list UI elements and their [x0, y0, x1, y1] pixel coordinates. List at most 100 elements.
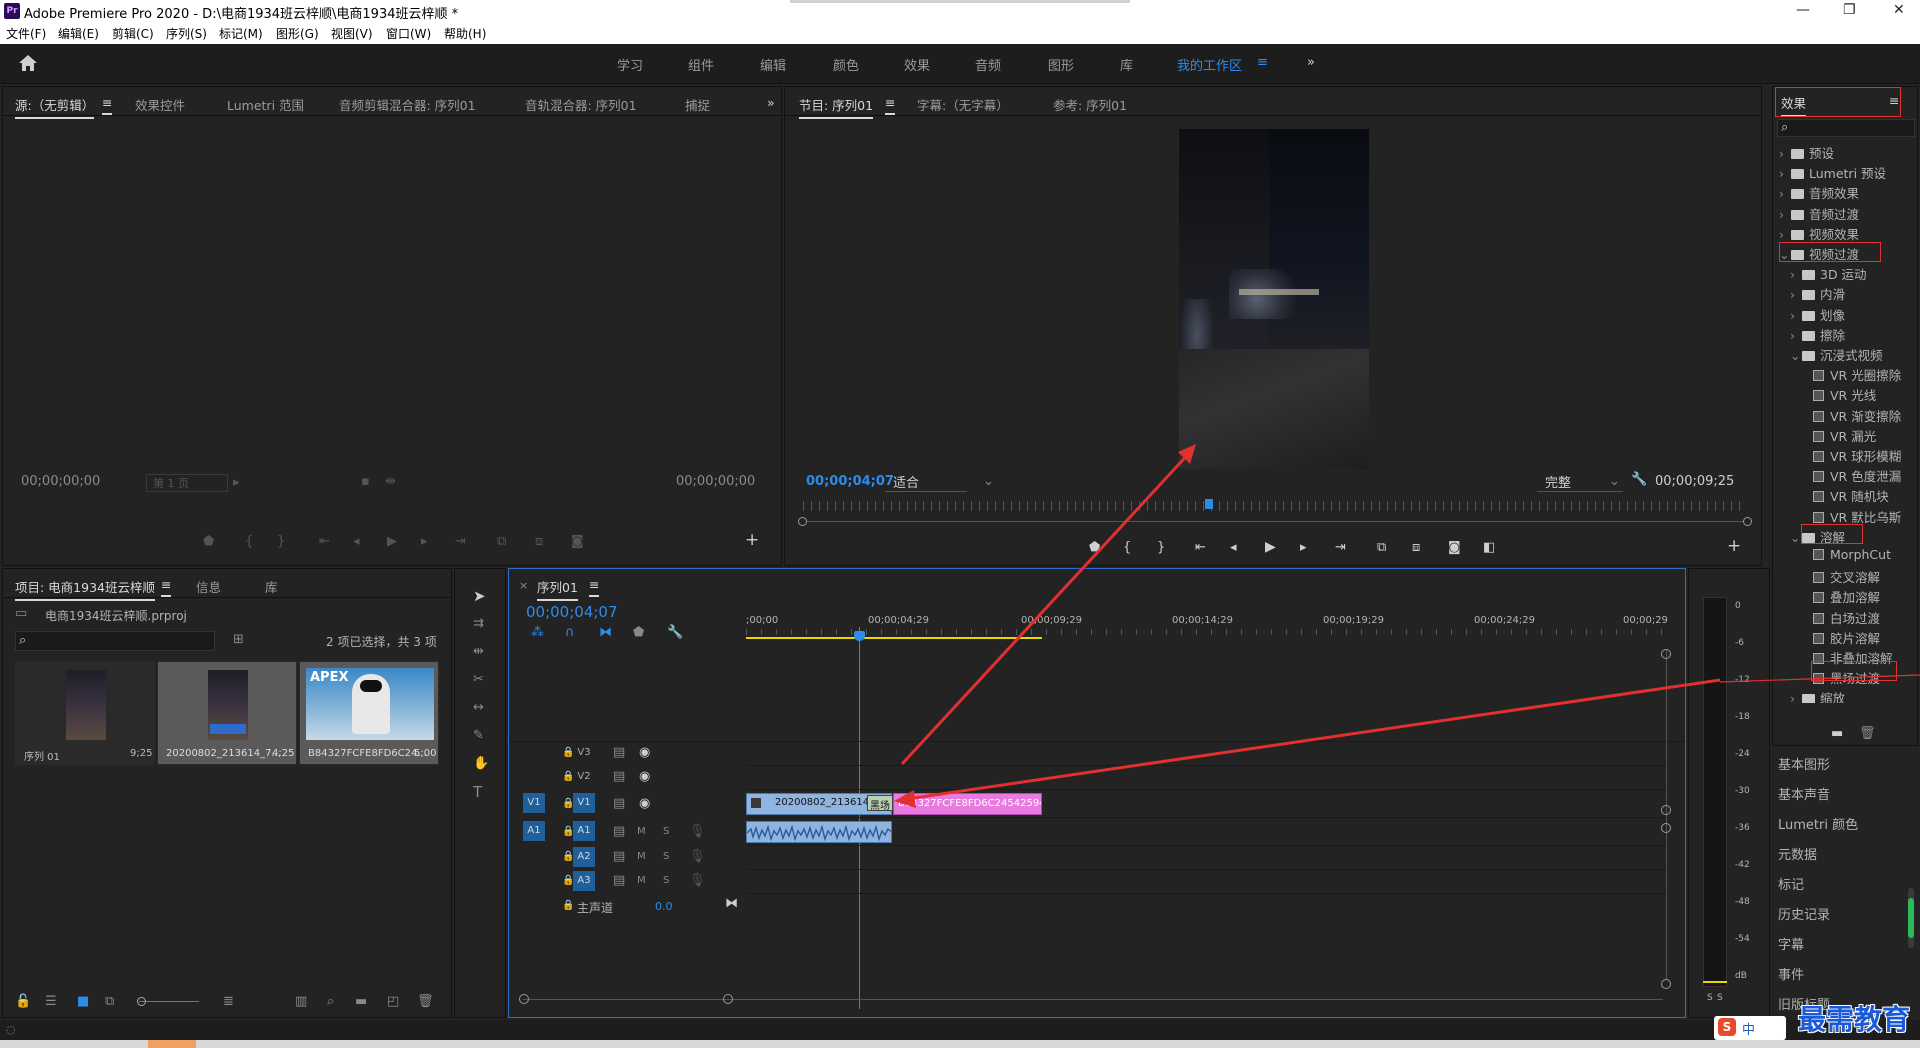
effects-tree-item[interactable]: VR 球形模糊: [1801, 446, 1901, 465]
effects-tree-item[interactable]: › 3D 运动: [1790, 264, 1867, 283]
program-mark-in-icon[interactable]: {: [1123, 541, 1131, 555]
hand-tool-icon[interactable]: ✋: [473, 757, 489, 771]
effects-tree-item[interactable]: › 音频过渡: [1779, 204, 1859, 223]
effects-trash-icon[interactable]: 🗑: [1859, 727, 1876, 741]
effects-tree-item[interactable]: VR 默比乌斯: [1801, 507, 1901, 526]
menu-window[interactable]: 窗口(W): [386, 25, 431, 42]
sync-lock-icon[interactable]: ▤: [613, 874, 625, 888]
sync-lock-icon[interactable]: ▤: [613, 770, 625, 784]
go-to-end-icon[interactable]: ⧓: [725, 897, 738, 911]
project-item-sequence[interactable]: 序列 01 9;25: [15, 661, 155, 765]
vscroll-handle-bottom[interactable]: [1661, 979, 1671, 989]
menu-file[interactable]: 文件(F): [6, 25, 46, 42]
home-icon[interactable]: [18, 54, 38, 72]
mute-button[interactable]: M: [637, 874, 646, 888]
freeform-view-icon[interactable]: ⧉: [105, 995, 114, 1009]
timeline-settings-wrench-icon[interactable]: 🔧: [667, 626, 683, 640]
source-go-in-icon[interactable]: ⇤: [319, 535, 330, 549]
effects-tree-item[interactable]: 叠加溶解: [1801, 587, 1880, 606]
slip-tool-icon[interactable]: ↔: [473, 701, 484, 715]
effects-tree-item[interactable]: 白场过渡: [1801, 608, 1880, 627]
close-sequence-icon[interactable]: ×: [519, 579, 528, 593]
hscroll-handle-left[interactable]: [519, 994, 529, 1004]
sync-lock-icon[interactable]: ▤: [613, 797, 625, 811]
new-bin-icon[interactable]: ▬: [355, 995, 367, 1009]
program-time-ruler[interactable]: [803, 501, 1747, 511]
panel-events[interactable]: 事件: [1778, 964, 1804, 983]
chevron-right-icon[interactable]: ›: [1779, 207, 1791, 222]
source-add-button-icon[interactable]: +: [745, 532, 759, 549]
effects-tree-item[interactable]: › 擦除: [1790, 325, 1845, 344]
program-playhead-timecode[interactable]: 00;00;04;07: [806, 474, 894, 489]
workspace-assembly[interactable]: 组件: [688, 55, 714, 74]
program-step-back-icon[interactable]: ◂: [1230, 541, 1237, 555]
source-fit-icon[interactable]: ▪: [361, 475, 370, 489]
transition-black[interactable]: 黑场: [867, 795, 893, 811]
menu-sequence[interactable]: 序列(S): [166, 25, 207, 42]
workspace-menu-icon[interactable]: ≡: [1257, 55, 1268, 70]
effects-tree-item[interactable]: › 划像: [1790, 305, 1845, 324]
tab-captions[interactable]: 字幕:（无字幕）: [917, 95, 1009, 114]
ime-toolbar[interactable]: S 中: [1714, 1016, 1786, 1040]
tab-project[interactable]: 项目: 电商1934班云梓顺: [15, 577, 155, 601]
meter-solo-left[interactable]: S: [1707, 993, 1713, 1003]
program-tab-menu-icon[interactable]: ≡: [885, 95, 896, 115]
tab-lumetri-scopes[interactable]: Lumetri 范围: [227, 95, 304, 114]
project-tab-menu-icon[interactable]: ≡: [161, 577, 172, 597]
menu-edit[interactable]: 编辑(E): [58, 25, 99, 42]
program-lift-icon[interactable]: ⧉: [1377, 541, 1386, 555]
voiceover-mic-icon[interactable]: 🎙: [689, 825, 706, 839]
tab-effect-controls[interactable]: 效果控件: [135, 95, 185, 114]
new-item-icon[interactable]: ◰: [387, 995, 399, 1009]
workspace-editing[interactable]: 编辑: [760, 55, 786, 74]
source-marker-icon[interactable]: ⬟: [203, 535, 214, 549]
selection-tool-icon[interactable]: ➤: [473, 589, 486, 604]
program-marker-icon[interactable]: ⬟: [1089, 541, 1100, 555]
menu-clip[interactable]: 剪辑(C): [112, 25, 154, 42]
vscroll-handle-top[interactable]: [1661, 649, 1671, 659]
effects-tree-item[interactable]: VR 色度泄漏: [1801, 466, 1901, 485]
tab-reference[interactable]: 参考: 序列01: [1053, 95, 1127, 114]
meter-solo-right[interactable]: S: [1717, 993, 1723, 1003]
track-label-v1[interactable]: V1: [573, 793, 595, 813]
program-compare-icon[interactable]: ◧: [1483, 541, 1495, 555]
source-patch-v1[interactable]: V1: [523, 793, 545, 813]
playhead-handle[interactable]: [854, 631, 865, 641]
effects-tree-item[interactable]: VR 光圈擦除: [1801, 365, 1901, 384]
timeline-ruler[interactable]: ;00;00 00;00;04;29 00;00;09;29 00;00;14;…: [746, 615, 1668, 639]
effects-tree-item[interactable]: VR 光线: [1801, 385, 1876, 404]
track-select-tool-icon[interactable]: ⇉: [473, 617, 484, 631]
panel-captions[interactable]: 字幕: [1778, 934, 1804, 953]
source-timecode-in[interactable]: 00;00;00;00: [21, 474, 100, 489]
source-insert-icon[interactable]: ⧉: [497, 535, 506, 549]
eye-icon[interactable]: ◉: [639, 797, 650, 811]
effects-tree-item[interactable]: ⌄ 沉浸式视频: [1790, 345, 1883, 364]
tab-libraries[interactable]: 库: [265, 577, 278, 596]
menu-marker[interactable]: 标记(M): [219, 25, 263, 42]
image-clip-2[interactable]: B84327FCFE8FD6C24542594: [893, 793, 1042, 815]
razor-tool-icon[interactable]: ✂: [473, 673, 484, 687]
eye-icon[interactable]: ◉: [639, 746, 650, 760]
sync-lock-icon[interactable]: ▤: [613, 746, 625, 760]
program-zoom-handle-left[interactable]: [798, 517, 807, 526]
list-view-icon[interactable]: ☰: [45, 995, 57, 1009]
source-play-icon[interactable]: ▶: [387, 535, 397, 549]
source-step-back-icon[interactable]: ◂: [353, 535, 360, 549]
track-label-v3[interactable]: V3: [573, 743, 595, 763]
zoom-slider[interactable]: [139, 1001, 199, 1002]
panel-lumetri-color[interactable]: Lumetri 颜色: [1778, 814, 1858, 833]
source-settings-icon[interactable]: ⇼: [385, 475, 396, 489]
tab-capture[interactable]: 捕捉: [685, 95, 710, 114]
program-playhead[interactable]: [1205, 499, 1213, 509]
tab-info[interactable]: 信息: [196, 577, 221, 596]
sync-lock-icon[interactable]: ▤: [613, 825, 625, 839]
master-volume-value[interactable]: 0.0: [655, 900, 673, 913]
sync-lock-icon[interactable]: ▤: [613, 850, 625, 864]
panel-markers[interactable]: 标记: [1778, 874, 1804, 893]
chevron-right-icon[interactable]: ›: [1790, 287, 1802, 302]
vscroll-handle-audio[interactable]: [1661, 823, 1671, 833]
audio-clip-1[interactable]: [746, 821, 892, 843]
program-go-in-icon[interactable]: ⇤: [1195, 541, 1206, 555]
source-play-small-icon[interactable]: ▸: [233, 476, 240, 490]
tab-audio-track-mixer[interactable]: 音轨混合器: 序列01: [525, 95, 637, 114]
